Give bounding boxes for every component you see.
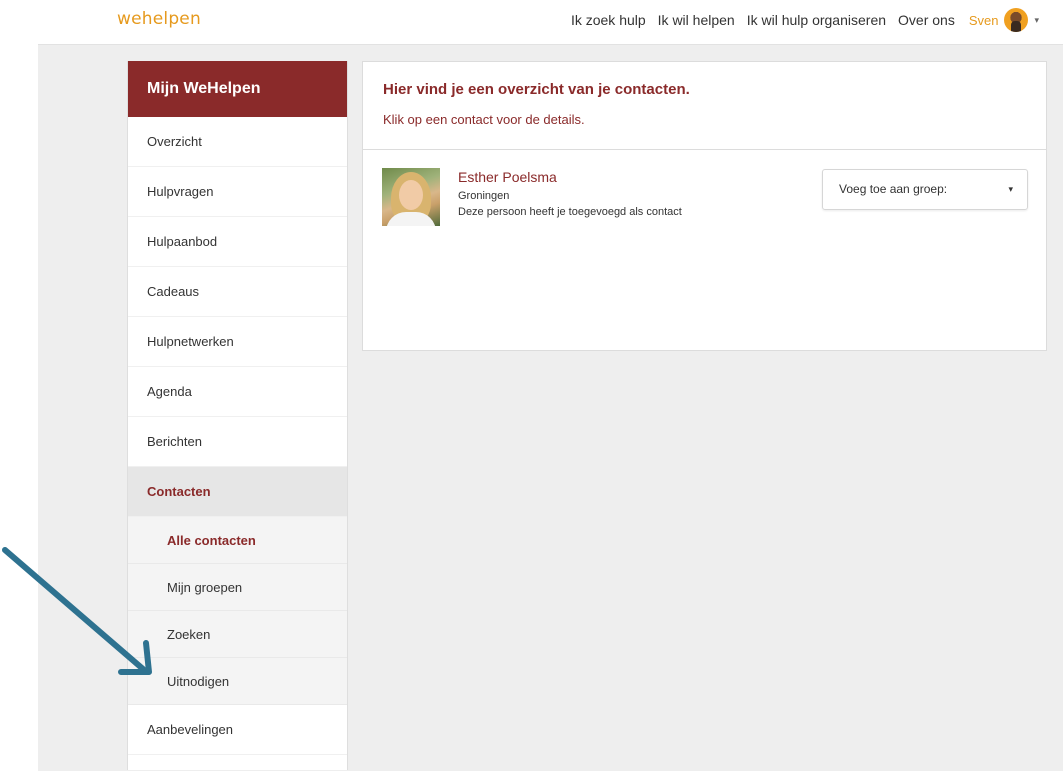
annotation-arrow-icon (2, 547, 152, 675)
arrow-shaft (2, 547, 146, 672)
